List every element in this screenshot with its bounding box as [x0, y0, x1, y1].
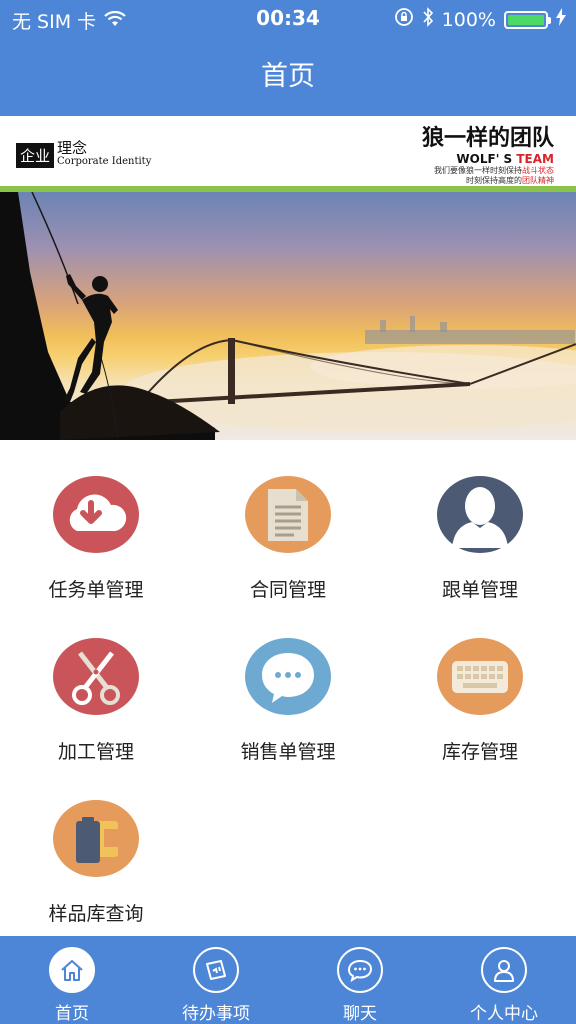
menu-label: 样品库查询	[48, 903, 144, 925]
menu-task-order[interactable]: 任务单管理	[0, 440, 192, 602]
tab-profile[interactable]: 个人中心	[432, 936, 576, 1024]
team-en-title: WOLF' S TEAM	[422, 152, 554, 166]
menu-label: 任务单管理	[48, 579, 144, 601]
chat-icon	[337, 947, 383, 993]
battery-percent: 100%	[441, 8, 496, 31]
status-bar: 无 SIM 卡 00:34 100%	[0, 0, 576, 38]
team-sub-line2: 时刻保持高度的团队精神	[422, 176, 554, 186]
keyboard-icon	[437, 638, 523, 715]
tab-label: 聊天	[343, 1004, 377, 1024]
menu-label: 跟单管理	[441, 579, 518, 601]
team-line1-b: 战斗状态	[522, 166, 554, 175]
team-en-b: TEAM	[516, 152, 554, 166]
team-line2-b: 团队精神	[522, 176, 554, 185]
cloud-download-icon	[53, 476, 139, 553]
document-icon	[245, 476, 331, 553]
menu-contract[interactable]: 合同管理	[192, 440, 384, 602]
menu-sample-query[interactable]: 样品库查询	[0, 764, 192, 926]
team-slogan: 狼一样的团队 WOLF' S TEAM 我们要像狼一样时刻保持战斗状态 时刻保持…	[422, 126, 554, 186]
banner-header: 企业 理念 Corporate Identity 狼一样的团队 WOLF' S …	[0, 116, 576, 188]
menu-label: 销售单管理	[240, 741, 336, 763]
charging-icon	[556, 8, 566, 31]
menu-processing[interactable]: 加工管理	[0, 602, 192, 764]
tab-bar: 首页 待办事项 聊天 个人中心	[0, 936, 576, 1024]
team-sub-line1: 我们要像狼一样时刻保持战斗状态	[422, 166, 554, 176]
person-icon	[481, 947, 527, 993]
menu-label: 加工管理	[57, 741, 134, 763]
menu-inventory[interactable]: 库存管理	[384, 602, 576, 764]
ci-en-label: Corporate Identity	[57, 156, 152, 167]
banner-image[interactable]	[0, 192, 576, 440]
team-en-a: WOLF' S	[456, 152, 513, 166]
team-line2-a: 时刻保持高度的	[466, 176, 522, 185]
orientation-lock-icon	[394, 7, 414, 32]
climber-silhouette	[64, 274, 118, 402]
menu-label: 库存管理	[441, 741, 518, 763]
menu-grid: 任务单管理 合同管理 跟单管理 加工管理 销售单管理 库存管理 样品库查询	[0, 440, 576, 936]
menu-sales-order[interactable]: 销售单管理	[192, 602, 384, 764]
menu-follow-order[interactable]: 跟单管理	[384, 440, 576, 602]
home-icon	[49, 947, 95, 993]
tab-label: 首页	[55, 1004, 89, 1024]
tab-label: 个人中心	[470, 1004, 538, 1024]
tab-home[interactable]: 首页	[0, 936, 144, 1024]
ci-cn-label: 理念	[57, 139, 88, 157]
tab-label: 待办事项	[182, 1004, 250, 1024]
bluetooth-icon	[422, 7, 434, 32]
user-silhouette-icon	[437, 476, 523, 553]
scissors-icon	[53, 638, 139, 715]
todo-icon	[193, 947, 239, 993]
tab-todo[interactable]: 待办事项	[144, 936, 288, 1024]
battery-folder-icon	[53, 800, 139, 877]
team-title: 狼一样的团队	[421, 126, 554, 151]
team-line1-a: 我们要像狼一样时刻保持	[434, 166, 522, 175]
navigation-bar: 首页	[0, 38, 576, 116]
ci-black-label: 企业	[16, 143, 55, 168]
page-title: 首页	[261, 61, 315, 92]
chat-bubble-icon	[245, 638, 331, 715]
tab-chat[interactable]: 聊天	[288, 936, 432, 1024]
battery-icon	[504, 10, 551, 29]
menu-label: 合同管理	[249, 579, 326, 601]
corporate-identity-logo: 企业 理念 Corporate Identity	[16, 140, 151, 168]
